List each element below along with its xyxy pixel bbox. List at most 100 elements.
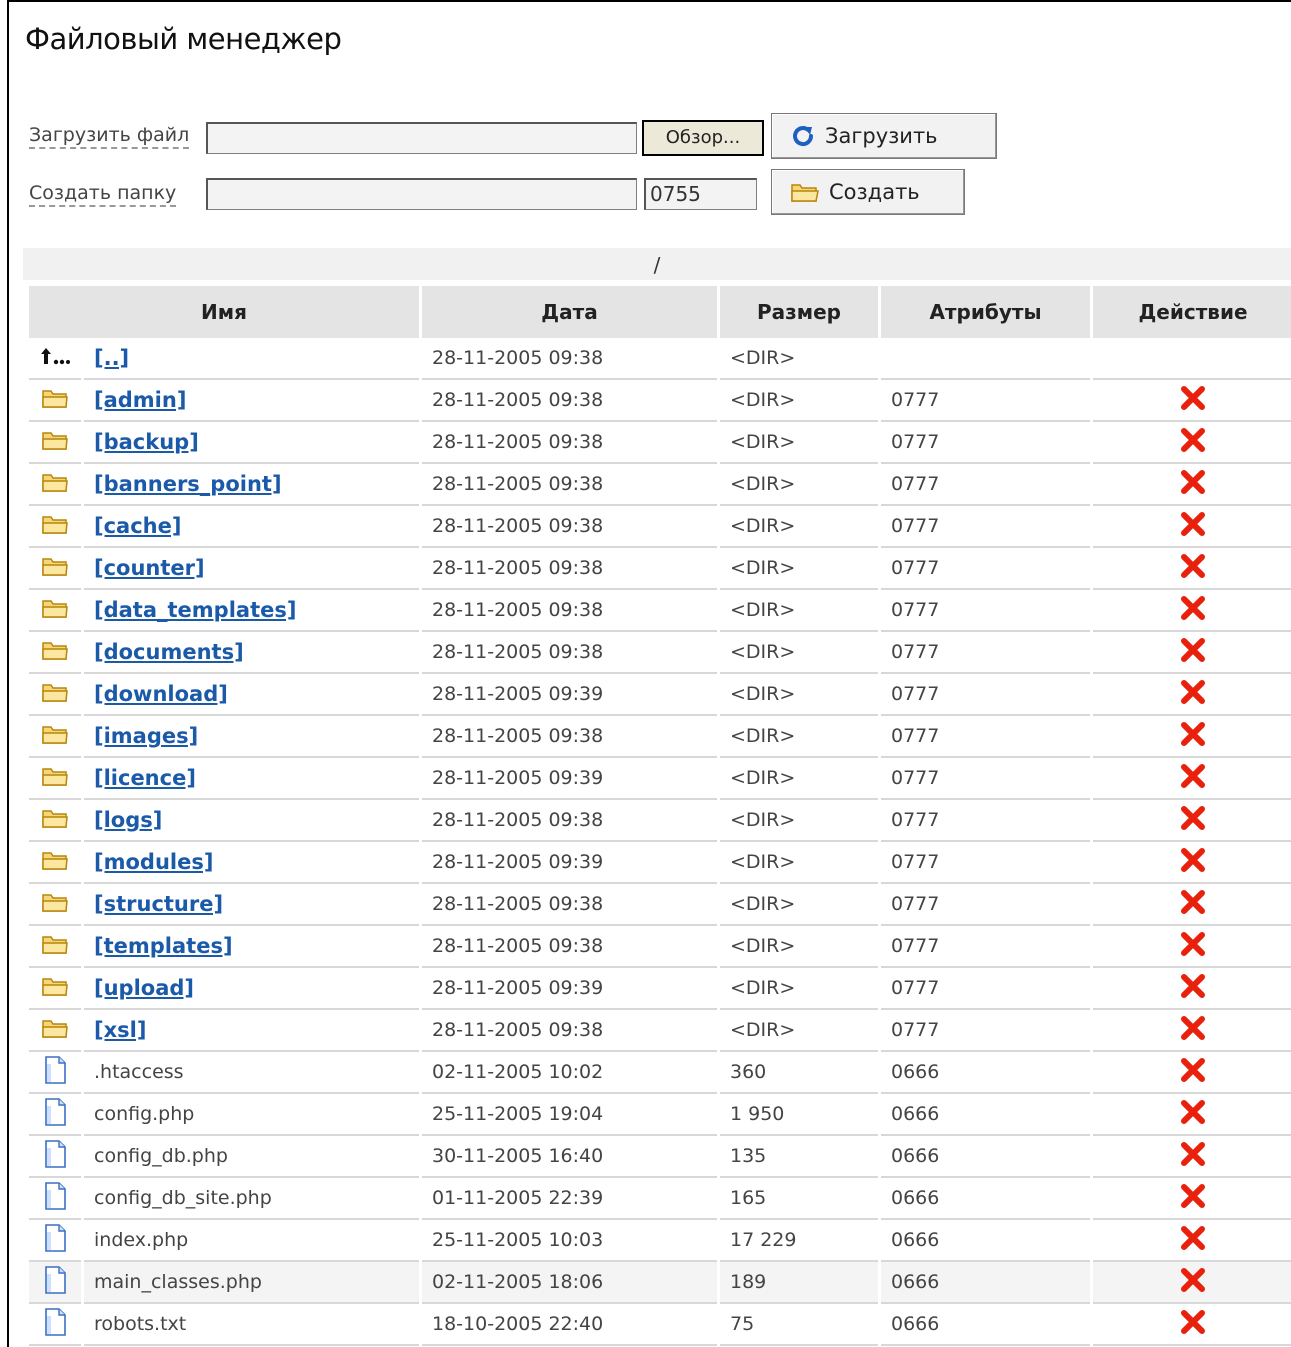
- document-icon: [45, 1223, 66, 1252]
- row-size: <DIR>: [720, 842, 878, 884]
- upload-button[interactable]: Загрузить: [771, 113, 997, 159]
- delete-icon[interactable]: [1180, 721, 1206, 747]
- upload-file-label[interactable]: Загрузить файл: [29, 124, 190, 149]
- table-row[interactable]: [structure] 28-11-2005 09:38 <DIR> 0777: [29, 884, 1291, 926]
- directory-link[interactable]: [documents]: [94, 640, 244, 664]
- delete-icon[interactable]: [1180, 385, 1206, 411]
- table-row[interactable]: config.php 25-11-2005 19:04 1 950 0666: [29, 1094, 1291, 1136]
- delete-icon[interactable]: [1180, 973, 1206, 999]
- delete-icon[interactable]: [1180, 469, 1206, 495]
- row-action-cell: [1093, 506, 1291, 548]
- row-date: 28-11-2005 09:39: [422, 968, 717, 1010]
- table-row[interactable]: [admin] 28-11-2005 09:38 <DIR> 0777: [29, 380, 1291, 422]
- row-attributes: 0777: [881, 758, 1090, 800]
- table-row[interactable]: [logs] 28-11-2005 09:38 <DIR> 0777: [29, 800, 1291, 842]
- row-attributes: 0777: [881, 632, 1090, 674]
- parent-directory-link[interactable]: [..]: [94, 346, 129, 370]
- delete-icon[interactable]: [1180, 1225, 1206, 1251]
- delete-icon[interactable]: [1180, 1099, 1206, 1125]
- directory-link[interactable]: [data_templates]: [94, 598, 296, 622]
- directory-link[interactable]: [counter]: [94, 556, 205, 580]
- table-row[interactable]: [banners_point] 28-11-2005 09:38 <DIR> 0777: [29, 464, 1291, 506]
- delete-icon[interactable]: [1180, 889, 1206, 915]
- table-row[interactable]: [images] 28-11-2005 09:38 <DIR> 0777: [29, 716, 1291, 758]
- table-row[interactable]: [modules] 28-11-2005 09:39 <DIR> 0777: [29, 842, 1291, 884]
- directory-link[interactable]: [templates]: [94, 934, 233, 958]
- column-header-name[interactable]: Имя: [29, 286, 419, 338]
- delete-icon[interactable]: [1180, 805, 1206, 831]
- table-row[interactable]: robots.txt 18-10-2005 22:40 75 0666: [29, 1304, 1291, 1346]
- row-attributes: 0777: [881, 884, 1090, 926]
- table-row[interactable]: [documents] 28-11-2005 09:38 <DIR> 0777: [29, 632, 1291, 674]
- directory-link[interactable]: [xsl]: [94, 1018, 146, 1042]
- column-header-date[interactable]: Дата: [422, 286, 717, 338]
- table-row[interactable]: index.php 25-11-2005 10:03 17 229 0666: [29, 1220, 1291, 1262]
- directory-link[interactable]: [banners_point]: [94, 472, 282, 496]
- table-row[interactable]: [download] 28-11-2005 09:39 <DIR> 0777: [29, 674, 1291, 716]
- table-row[interactable]: config_db_site.php 01-11-2005 22:39 165 066…: [29, 1178, 1291, 1220]
- create-folder-button[interactable]: Создать: [771, 169, 965, 215]
- row-name-cell: [documents]: [84, 632, 419, 674]
- row-date: 28-11-2005 09:38: [422, 422, 717, 464]
- row-name-cell: [admin]: [84, 380, 419, 422]
- table-row[interactable]: [upload] 28-11-2005 09:39 <DIR> 0777: [29, 968, 1291, 1010]
- table-row[interactable]: .htaccess 02-11-2005 10:02 360 0666: [29, 1052, 1291, 1094]
- upload-file-input[interactable]: [206, 122, 637, 154]
- table-row[interactable]: [xsl] 28-11-2005 09:38 <DIR> 0777: [29, 1010, 1291, 1052]
- row-icon-cell: [29, 1094, 81, 1136]
- browse-button[interactable]: Обзор...: [642, 120, 764, 156]
- delete-icon[interactable]: [1180, 1267, 1206, 1293]
- delete-icon[interactable]: [1180, 553, 1206, 579]
- row-attributes: 0777: [881, 716, 1090, 758]
- directory-link[interactable]: [modules]: [94, 850, 213, 874]
- directory-link[interactable]: [backup]: [94, 430, 199, 454]
- delete-icon[interactable]: [1180, 847, 1206, 873]
- table-row[interactable]: [..] 28-11-2005 09:38 <DIR>: [29, 338, 1291, 380]
- directory-link[interactable]: [cache]: [94, 514, 181, 538]
- delete-icon[interactable]: [1180, 1183, 1206, 1209]
- row-action-cell: [1093, 1220, 1291, 1262]
- directory-link[interactable]: [download]: [94, 682, 228, 706]
- row-date: 28-11-2005 09:38: [422, 590, 717, 632]
- table-row[interactable]: [counter] 28-11-2005 09:38 <DIR> 0777: [29, 548, 1291, 590]
- table-row[interactable]: [licence] 28-11-2005 09:39 <DIR> 0777: [29, 758, 1291, 800]
- directory-link[interactable]: [upload]: [94, 976, 194, 1000]
- folder-name-input[interactable]: [206, 178, 637, 210]
- row-name-cell: [..]: [84, 338, 419, 380]
- delete-icon[interactable]: [1180, 1015, 1206, 1041]
- column-header-attributes[interactable]: Атрибуты: [881, 286, 1090, 338]
- column-header-size[interactable]: Размер: [720, 286, 878, 338]
- row-size: <DIR>: [720, 422, 878, 464]
- table-row[interactable]: [backup] 28-11-2005 09:38 <DIR> 0777: [29, 422, 1291, 464]
- directory-link[interactable]: [logs]: [94, 808, 162, 832]
- row-attributes: 0777: [881, 590, 1090, 632]
- directory-link[interactable]: [licence]: [94, 766, 196, 790]
- delete-icon[interactable]: [1180, 427, 1206, 453]
- row-name-cell: [backup]: [84, 422, 419, 464]
- folder-mode-input[interactable]: 0755: [644, 178, 757, 210]
- table-row[interactable]: main_classes.php 02-11-2005 18:06 189 0666: [29, 1262, 1291, 1304]
- table-row[interactable]: [cache] 28-11-2005 09:38 <DIR> 0777: [29, 506, 1291, 548]
- folder-icon: [42, 683, 68, 702]
- directory-link[interactable]: [admin]: [94, 388, 186, 412]
- delete-icon[interactable]: [1180, 637, 1206, 663]
- table-row[interactable]: config_db.php 30-11-2005 16:40 135 0666: [29, 1136, 1291, 1178]
- delete-icon[interactable]: [1180, 1141, 1206, 1167]
- delete-icon[interactable]: [1180, 511, 1206, 537]
- table-row[interactable]: [data_templates] 28-11-2005 09:38 <DIR> 077…: [29, 590, 1291, 632]
- delete-icon[interactable]: [1180, 595, 1206, 621]
- create-folder-label[interactable]: Создать папку: [29, 182, 177, 207]
- delete-icon[interactable]: [1180, 763, 1206, 789]
- document-icon: [45, 1307, 66, 1336]
- folder-icon: [42, 935, 68, 954]
- delete-icon[interactable]: [1180, 1057, 1206, 1083]
- directory-link[interactable]: [structure]: [94, 892, 223, 916]
- row-icon-cell: [29, 548, 81, 590]
- row-date: 28-11-2005 09:39: [422, 758, 717, 800]
- directory-link[interactable]: [images]: [94, 724, 198, 748]
- delete-icon[interactable]: [1180, 679, 1206, 705]
- delete-icon[interactable]: [1180, 931, 1206, 957]
- row-name-cell: [images]: [84, 716, 419, 758]
- delete-icon[interactable]: [1180, 1309, 1206, 1335]
- table-row[interactable]: [templates] 28-11-2005 09:38 <DIR> 0777: [29, 926, 1291, 968]
